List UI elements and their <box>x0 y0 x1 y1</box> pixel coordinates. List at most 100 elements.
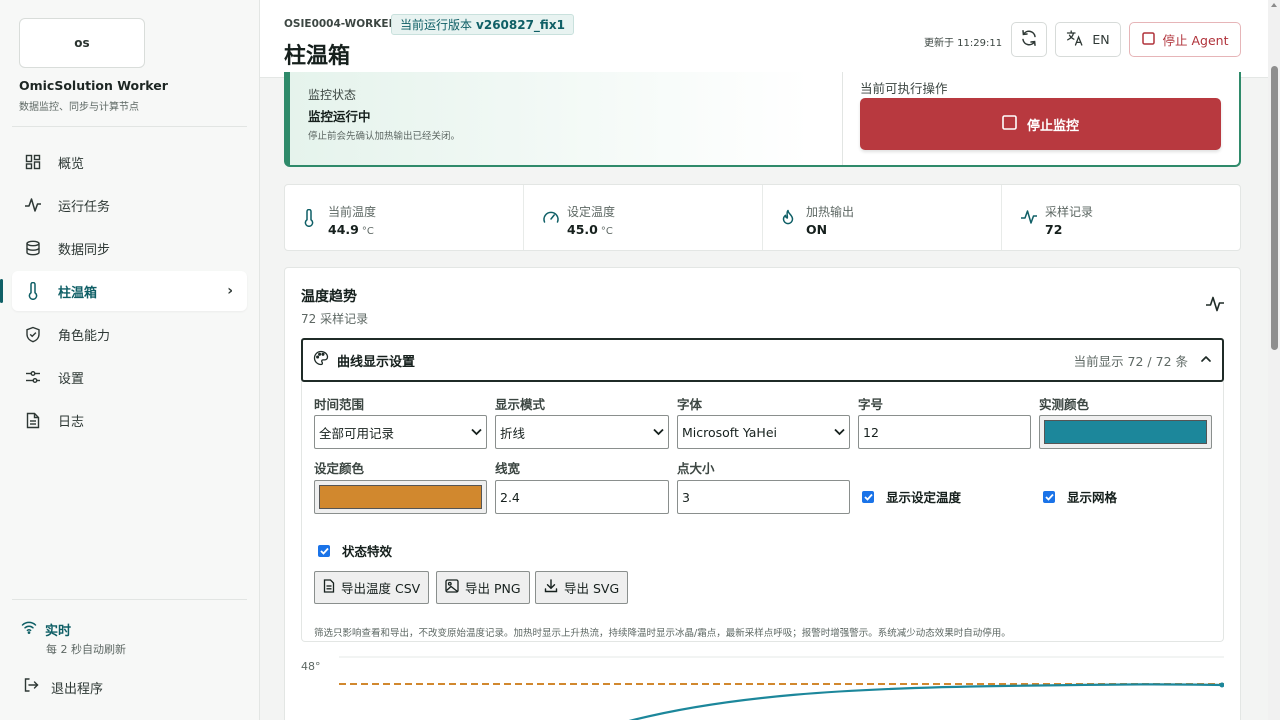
file-icon <box>323 579 335 596</box>
sidebar-item-data-sync[interactable]: 数据同步 <box>12 228 247 268</box>
show-setpoint-checkbox[interactable]: 显示设定温度 <box>862 487 961 506</box>
language-button[interactable]: EN <box>1055 22 1121 57</box>
metrics-bar: 当前温度 44.9 °C 设定温度 45.0 °C 加热输出 ON 采样记录 72 <box>284 184 1241 251</box>
sidebar: os OmicSolution Worker 数据监控、同步与计算节点 概览 运… <box>0 0 260 720</box>
worker-id: OSIE0004-WORKER <box>284 18 397 30</box>
version-value: v260827_fix1 <box>476 17 565 32</box>
chart-canvas <box>339 656 1224 720</box>
line-width-label: 线宽 <box>495 461 521 476</box>
image-icon <box>445 579 459 596</box>
updated-time: 更新于 11:29:11 <box>924 38 1003 49</box>
wifi-icon <box>21 620 37 638</box>
measured-color-picker[interactable] <box>1039 415 1212 449</box>
download-icon <box>544 579 558 596</box>
setpoint-color-swatch <box>319 485 482 509</box>
font-size-input[interactable]: 12 <box>858 415 1031 449</box>
status-effects-checkbox[interactable]: 状态特效 <box>318 541 392 560</box>
sidebar-item-label: 日志 <box>58 414 85 430</box>
refresh-icon <box>1020 29 1038 50</box>
status-effects-label: 状态特效 <box>342 544 393 559</box>
font-size-label: 字号 <box>858 397 884 412</box>
stop-icon <box>1002 114 1017 134</box>
status-accent <box>286 72 290 165</box>
sidebar-item-roles[interactable]: 角色能力 <box>12 314 247 354</box>
display-mode-label: 显示模式 <box>495 397 546 412</box>
refresh-button[interactable] <box>1011 22 1047 57</box>
sidebar-item-label: 柱温箱 <box>58 285 98 301</box>
measured-color-swatch <box>1044 420 1207 444</box>
sidebar-item-settings[interactable]: 设置 <box>12 357 247 397</box>
trend-subtitle: 72 采样记录 <box>301 312 369 326</box>
version-prefix: 当前运行版本 <box>400 18 473 32</box>
palette-icon <box>313 350 329 370</box>
grid-icon <box>24 153 42 171</box>
metric-label: 当前温度 <box>328 205 377 219</box>
metric-value: 72 <box>1045 222 1062 237</box>
sidebar-divider <box>12 126 247 127</box>
scroll-up-arrow[interactable] <box>1271 3 1277 7</box>
trend-title: 温度趋势 <box>301 289 357 305</box>
curve-settings-toggle[interactable]: 曲线显示设置 当前显示 72 / 72 条 <box>301 338 1224 382</box>
time-range-label: 时间范围 <box>314 397 365 412</box>
temperature-trend-card: 温度趋势 72 采样记录 曲线显示设置 当前显示 72 / 72 条 时间范围 … <box>284 267 1241 720</box>
live-indicator: 实时 <box>21 620 71 639</box>
page-scrollbar[interactable] <box>1268 0 1280 720</box>
export-csv-button[interactable]: 导出温度 CSV <box>314 571 430 604</box>
thermometer-icon <box>303 208 319 228</box>
exit-button[interactable]: 退出程序 <box>23 677 103 697</box>
app-name: OmicSolution Worker <box>19 78 168 93</box>
stop-monitor-button[interactable]: 停止监控 <box>860 98 1221 150</box>
stop-agent-button[interactable]: 停止 Agent <box>1129 22 1241 57</box>
metric-number: 72 <box>1045 222 1063 237</box>
font-value: Microsoft YaHei <box>682 424 777 440</box>
status-label: 监控状态 <box>308 88 357 102</box>
shield-icon <box>24 325 42 343</box>
app-subtitle: 数据监控、同步与计算节点 <box>19 102 139 113</box>
curve-settings-panel: 时间范围 全部可用记录 显示模式 折线 字体 Microsoft YaHei 字… <box>301 381 1224 642</box>
page-title: 柱温箱 <box>284 44 351 69</box>
export-svg-button[interactable]: 导出 SVG <box>535 571 629 604</box>
logout-icon <box>23 677 39 697</box>
sidebar-item-overview[interactable]: 概览 <box>12 142 247 182</box>
metric-unit: °C <box>600 226 613 237</box>
monitor-status-card: 监控状态 监控运行中 停止前会先确认加热输出已经关闭。 当前可执行操作 停止监控 <box>284 72 1241 167</box>
sidebar-item-label: 角色能力 <box>58 328 111 344</box>
language-label: EN <box>1092 32 1110 47</box>
thermometer-icon <box>24 282 42 300</box>
sidebar-item-logs[interactable]: 日志 <box>12 400 247 440</box>
stop-monitor-label: 停止监控 <box>1026 118 1079 134</box>
show-grid-checkbox[interactable]: 显示网格 <box>1043 487 1117 506</box>
translate-icon <box>1066 30 1084 49</box>
sidebar-item-tasks[interactable]: 运行任务 <box>12 185 247 225</box>
operation-label: 当前可执行操作 <box>860 81 948 96</box>
metric-unit: °C <box>361 226 374 237</box>
sidebar-item-label: 数据同步 <box>58 242 111 258</box>
sidebar-item-column-oven[interactable]: 柱温箱 › <box>0 271 247 311</box>
time-range-select[interactable]: 全部可用记录 <box>314 415 487 449</box>
metric-value: 44.9 °C <box>328 222 374 237</box>
metric-value: ON <box>806 222 827 237</box>
chevron-down-icon <box>471 425 482 439</box>
live-title: 实时 <box>45 624 72 639</box>
metric-number: 44.9 <box>328 222 359 237</box>
status-note: 停止前会先确认加热输出已经关闭。 <box>308 131 461 142</box>
status-divider <box>842 72 843 165</box>
sliders-icon <box>24 368 42 386</box>
metric-label: 加热输出 <box>806 205 855 219</box>
sidebar-item-label: 运行任务 <box>58 199 111 215</box>
export-csv-label: 导出温度 CSV <box>341 581 421 596</box>
scroll-thumb[interactable] <box>1271 66 1278 350</box>
display-mode-value: 折线 <box>500 425 526 441</box>
point-size-input[interactable]: 3 <box>677 480 850 514</box>
line-width-input[interactable]: 2.4 <box>495 480 669 514</box>
setpoint-color-label: 设定颜色 <box>314 461 365 476</box>
setpoint-color-picker[interactable] <box>314 480 487 514</box>
export-png-button[interactable]: 导出 PNG <box>436 571 530 604</box>
display-mode-select[interactable]: 折线 <box>495 415 669 449</box>
metric-value: 45.0 °C <box>567 222 613 237</box>
activity-icon <box>1020 209 1037 227</box>
metric-sample-count: 采样记录 72 <box>1002 185 1240 250</box>
font-select[interactable]: Microsoft YaHei <box>677 415 850 449</box>
measured-line <box>628 683 1224 720</box>
sidebar-nav: 概览 运行任务 数据同步 柱温箱 › 角色能力 设置 日志 <box>0 142 247 443</box>
